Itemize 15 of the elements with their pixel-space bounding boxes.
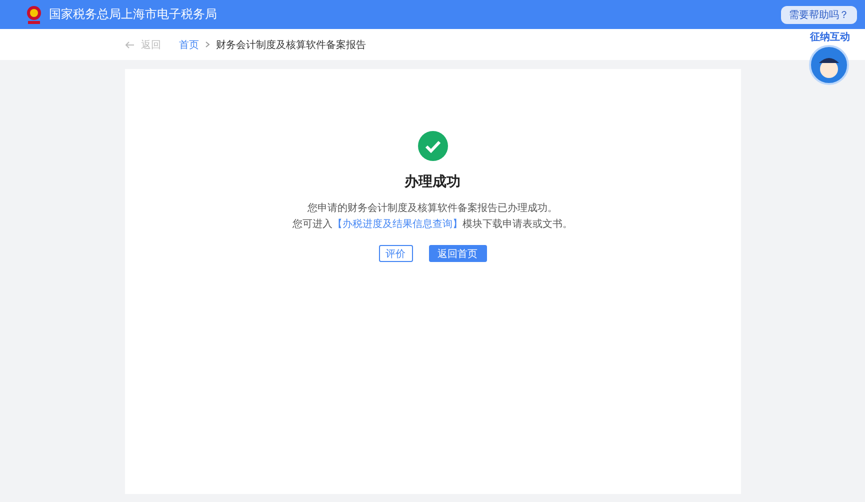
rate-button[interactable]: 评价	[378, 245, 412, 262]
site-title: 国家税务总局上海市电子税务局	[49, 6, 217, 23]
assistant-avatar-icon[interactable]	[809, 45, 849, 85]
breadcrumb-current: 财务会计制度及核算软件备案报告	[216, 38, 366, 52]
result-message: 您申请的财务会计制度及核算软件备案报告已办理成功。	[308, 202, 558, 215]
home-button[interactable]: 返回首页	[428, 245, 486, 262]
result-title: 办理成功	[404, 173, 460, 191]
emblem-icon	[25, 4, 43, 24]
help-bubble[interactable]: 需要帮助吗？	[781, 6, 857, 24]
breadcrumb-link[interactable]: 首页	[179, 38, 199, 52]
query-link[interactable]: 【办税进度及结果信息查询】	[332, 219, 462, 230]
success-check-icon	[418, 131, 448, 161]
back-link[interactable]: 返回	[141, 38, 161, 52]
chevron-icon	[205, 41, 210, 48]
result-instruction: 您可进入【办税进度及结果信息查询】模块下载申请表或文书。	[292, 218, 572, 231]
